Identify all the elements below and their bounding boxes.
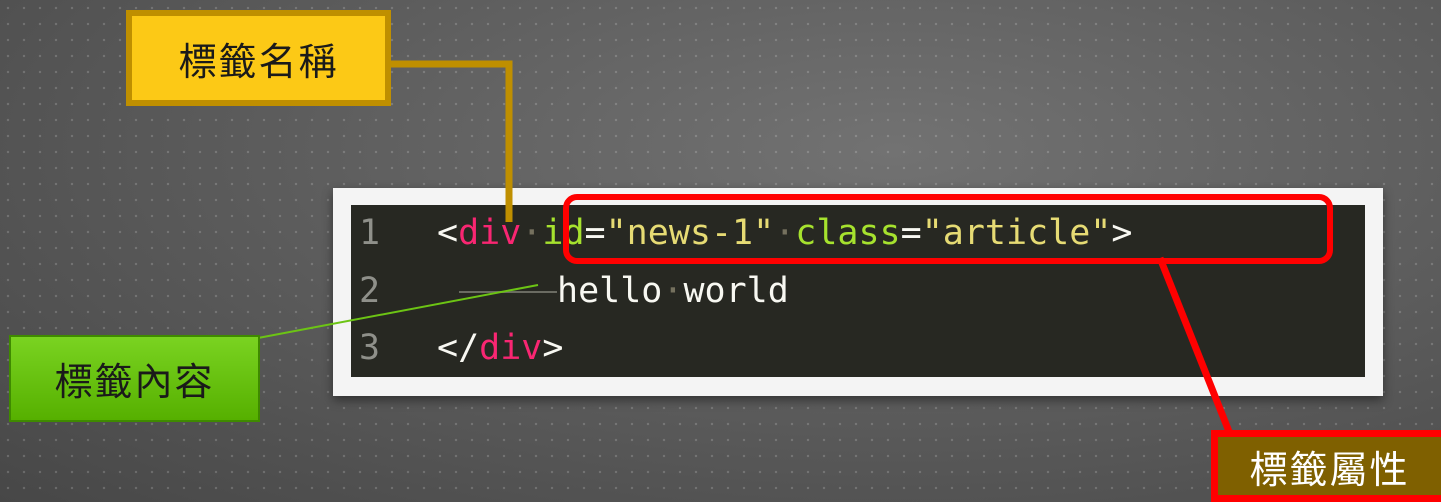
attribute-highlight-box bbox=[563, 194, 1333, 264]
line-number-2: 2 bbox=[359, 271, 381, 311]
whitespace-marker: · bbox=[662, 271, 684, 311]
line-number-3: 3 bbox=[359, 328, 381, 368]
line-number-1: 1 bbox=[359, 213, 381, 253]
content-word-hello: hello bbox=[557, 271, 663, 311]
code-line-3: 3 </div> bbox=[351, 320, 563, 377]
tab-indent-guide bbox=[459, 291, 557, 293]
tag-name-token: div bbox=[458, 213, 522, 253]
open-bracket: < bbox=[437, 213, 459, 253]
whitespace-marker: · bbox=[521, 213, 543, 253]
code-line-2: 2 hello·world bbox=[351, 263, 789, 320]
closing-open-bracket: </ bbox=[437, 328, 480, 368]
tag-content-callout: 標籤內容 bbox=[9, 335, 260, 422]
closing-tag-name-token: div bbox=[479, 328, 543, 368]
content-word-world: world bbox=[683, 271, 789, 311]
tag-attributes-callout: 標籤屬性 bbox=[1211, 430, 1441, 502]
closing-close-bracket: > bbox=[542, 328, 564, 368]
tag-name-callout: 標籤名稱 bbox=[126, 10, 391, 106]
